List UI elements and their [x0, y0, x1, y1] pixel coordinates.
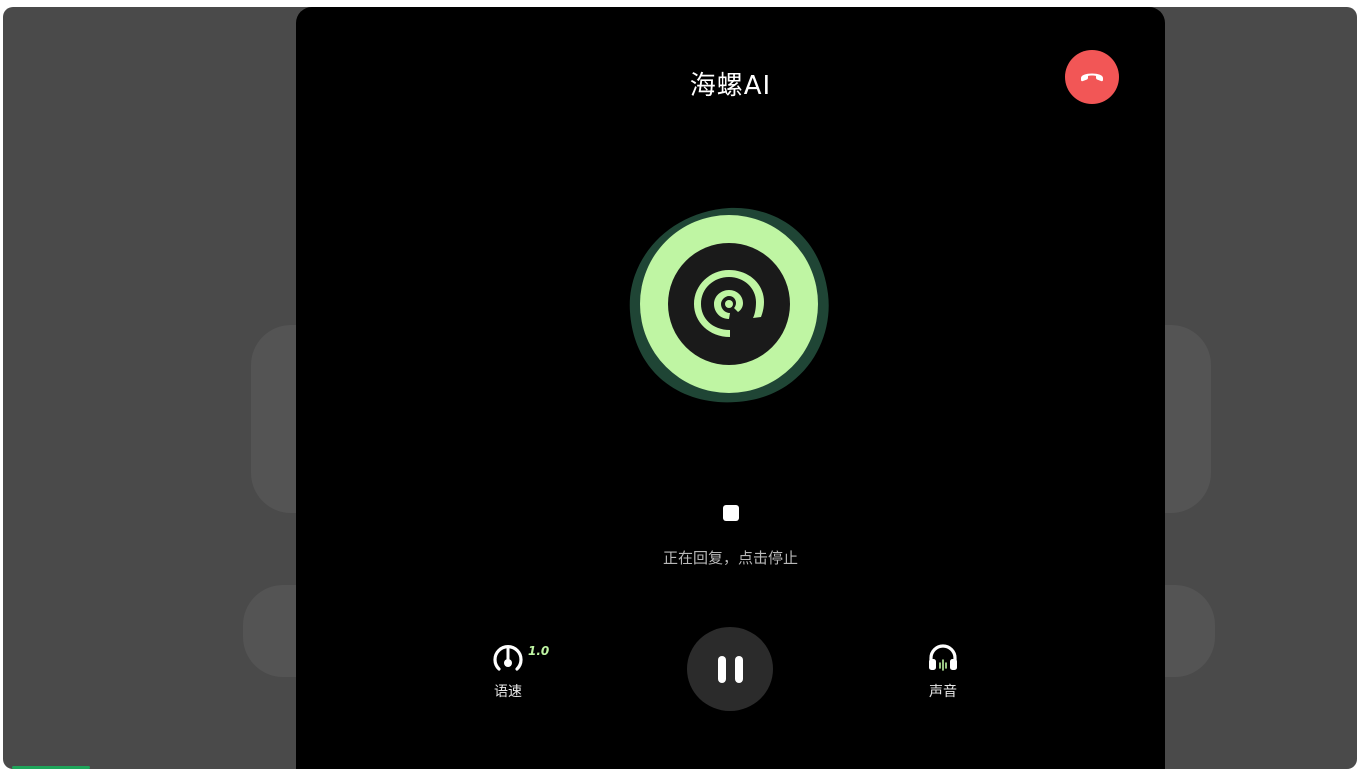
stop-square-icon [723, 505, 739, 521]
hailuo-avatar [624, 202, 834, 407]
voice-label: 声音 [929, 684, 957, 700]
headphones-icon [903, 639, 983, 675]
pause-icon-bar-left [717, 655, 726, 683]
loading-progress [12, 766, 90, 769]
page-title: 海螺AI [689, 71, 772, 101]
pause-button[interactable] [687, 627, 773, 711]
stop-reply-button[interactable] [718, 500, 744, 526]
voice-call-panel: 海螺AI 正在回复，点击停止 语速 1.0 声音 [296, 7, 1165, 769]
phone-hangup-icon [1079, 68, 1105, 87]
speed-label: 语速 [494, 684, 522, 700]
voice-control-button[interactable]: 声音 [903, 639, 983, 701]
hangup-button[interactable] [1065, 50, 1119, 104]
speed-value-badge: 1.0 [528, 644, 550, 658]
reply-status-text: 正在回复，点击停止 [662, 549, 798, 567]
pause-icon-bar-right [734, 655, 743, 683]
